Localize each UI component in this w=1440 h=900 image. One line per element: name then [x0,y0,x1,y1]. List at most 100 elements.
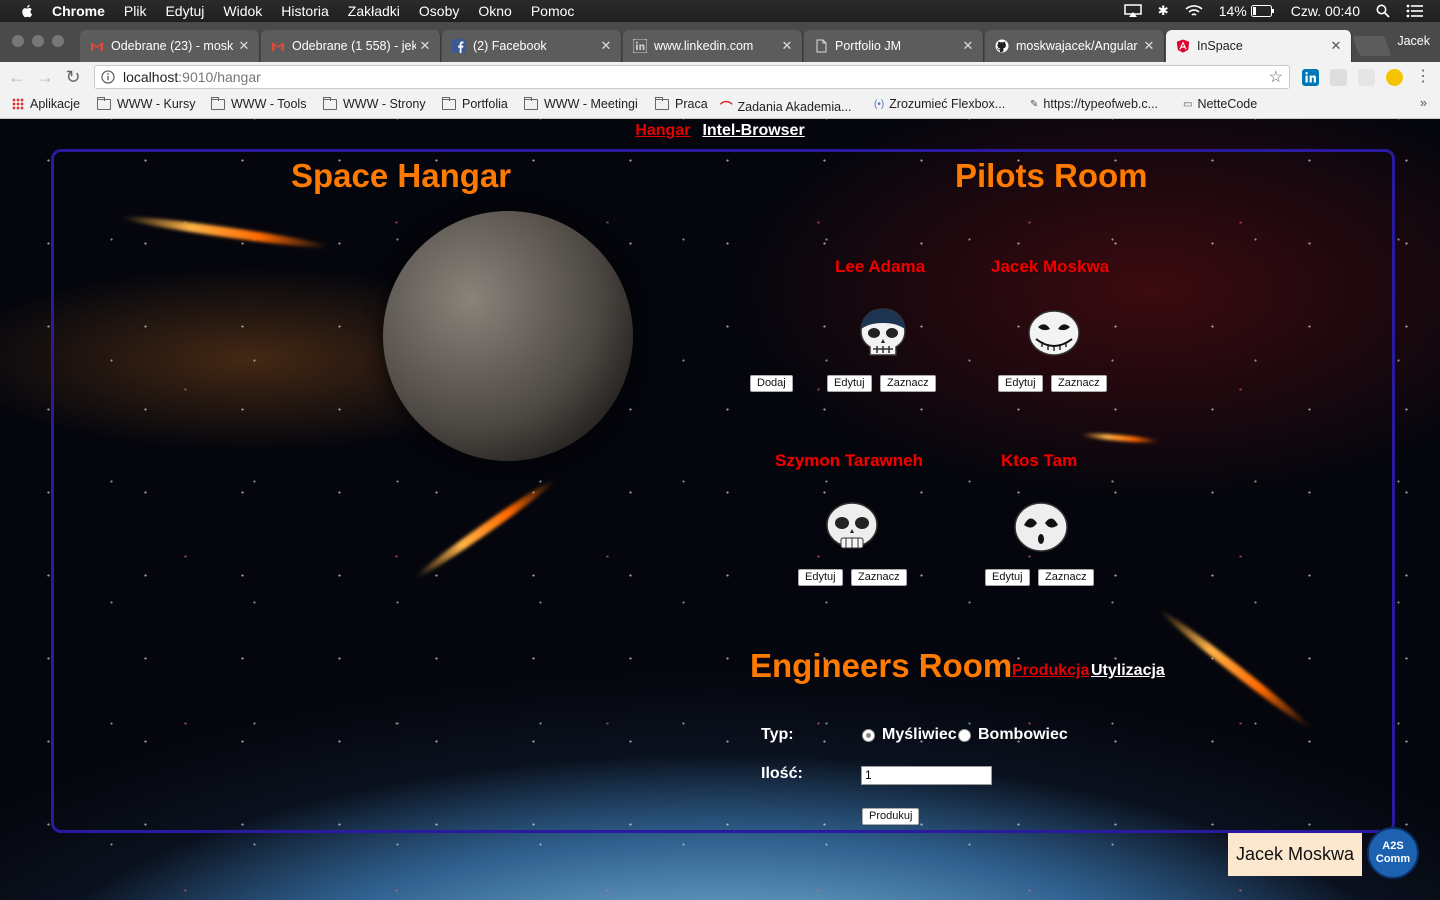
menu-chrome[interactable]: Chrome [52,3,105,19]
tab-close-icon[interactable]: ✕ [1327,38,1345,54]
wifi-icon[interactable] [1185,4,1203,18]
nav-link-hangar[interactable]: Hangar [635,122,690,139]
radio-fighter[interactable] [862,729,875,742]
folder-icon [211,96,225,110]
address-bar[interactable]: localhost:9010/hangar ☆ [94,65,1290,89]
battery-icon[interactable] [1250,5,1275,17]
edit-pilot-button[interactable]: Edytuj [985,569,1030,586]
info-icon[interactable] [101,70,115,84]
edit-pilot-button[interactable]: Edytuj [827,375,872,392]
bookmark-item[interactable]: WWW - Tools [211,96,306,111]
add-pilot-button[interactable]: Dodaj [750,375,793,392]
airplay-icon[interactable] [1124,4,1142,18]
browser-tab[interactable]: www.linkedin.com ✕ [623,30,803,62]
moon-extension-icon[interactable] [1386,69,1403,86]
nav-link-intel-browser[interactable]: Intel-Browser [702,122,804,139]
back-arrow-icon[interactable]: ← [8,68,26,86]
pilots-room-title: Pilots Room [955,157,1148,194]
bookmark-item[interactable]: WWW - Strony [323,96,426,111]
linkedin-icon [633,39,647,53]
github-icon [995,39,1009,53]
a2s-comm-badge[interactable]: A2S Comm [1367,827,1419,879]
edit-pilot-button[interactable]: Edytuj [998,375,1043,392]
reload-icon[interactable]: ↻ [64,68,82,86]
menu-pomoc[interactable]: Pomoc [531,3,575,19]
tab-production-link[interactable]: Produkcja [1012,662,1089,680]
bookmark-label: NetteCode [1197,97,1258,111]
bookmarks-overflow-icon[interactable]: » [1420,96,1427,110]
tab-close-icon[interactable]: ✕ [1140,38,1158,54]
bookmark-label: Portfolia [462,97,508,111]
bookmark-item[interactable]: WWW - Meetingi [524,96,638,111]
browser-tab-strip: Odebrane (23) - mosk ✕ Odebrane (1 558) … [0,22,1440,62]
tab-close-icon[interactable]: ✕ [416,38,434,54]
bookmark-item[interactable]: Praca [655,96,708,111]
spotlight-search-icon[interactable] [1376,4,1390,18]
apps-grid-icon [12,98,24,110]
logged-in-user[interactable]: Jacek Moskwa [1228,833,1362,876]
gmail-icon [272,42,284,51]
angular-icon [1176,39,1190,53]
browser-tab[interactable]: moskwajacek/Angular ✕ [985,30,1165,62]
menu-historia[interactable]: Historia [281,3,328,19]
url-path: :9010/hangar [178,69,261,85]
extension-icon[interactable] [1358,69,1375,86]
browser-tab[interactable]: (2) Facebook ✕ [442,30,622,62]
forward-arrow-icon[interactable]: → [36,68,54,86]
radio-fighter-label[interactable]: Myśliwiec [882,726,957,744]
browser-tab[interactable]: Odebrane (23) - mosk ✕ [80,30,260,62]
menu-plik[interactable]: Plik [124,3,147,19]
radio-bomber[interactable] [958,729,971,742]
badge-line-2: Comm [1375,853,1411,865]
menu-zakladki[interactable]: Zakładki [348,3,400,19]
bookmark-star-icon[interactable]: ☆ [1269,67,1283,87]
bookmark-item[interactable]: ✎ https://typeofweb.c... [1030,97,1158,111]
select-pilot-button[interactable]: Zaznacz [1051,375,1107,392]
tab-close-icon[interactable]: ✕ [597,38,615,54]
browser-tab-active[interactable]: InSpace ✕ [1166,30,1352,62]
tab-title: Portfolio JM [835,39,901,53]
new-tab-button[interactable] [1352,36,1392,56]
quantity-input[interactable]: 1 [861,766,992,785]
apple-icon[interactable] [18,2,36,20]
select-pilot-button[interactable]: Zaznacz [1038,569,1094,586]
notification-center-icon[interactable] [1406,4,1424,18]
menu-okno[interactable]: Okno [478,3,511,19]
bluetooth-icon[interactable]: ✱ [1158,3,1169,19]
select-pilot-button[interactable]: Zaznacz [851,569,907,586]
menubar-clock[interactable]: Czw. 00:40 [1291,3,1360,19]
browser-tab[interactable]: Portfolio JM ✕ [804,30,984,62]
produce-button[interactable]: Produkuj [862,808,920,825]
window-zoom-button[interactable] [52,35,64,47]
bookmark-label: https://typeofweb.c... [1043,97,1159,111]
profile-name[interactable]: Jacek [1397,34,1430,48]
bookmark-item[interactable]: ▭ NetteCode [1183,97,1257,111]
select-pilot-button[interactable]: Zaznacz [880,375,936,392]
menu-edytuj[interactable]: Edytuj [165,3,204,19]
tab-title: (2) Facebook [473,39,547,53]
window-minimize-button[interactable] [32,35,44,47]
bookmark-item[interactable]: (•) Zrozumieć Flexbox... [874,97,1005,111]
window-close-button[interactable] [12,35,24,47]
tab-title: InSpace [1197,39,1243,53]
chrome-menu-icon[interactable]: ⋮ [1414,68,1432,86]
radio-bomber-label[interactable]: Bombowiec [978,726,1068,744]
skull-avatar-icon [1014,502,1068,552]
tab-close-icon[interactable]: ✕ [235,38,253,54]
edit-pilot-button[interactable]: Edytuj [798,569,843,586]
pilot-name: Jacek Moskwa [991,257,1110,276]
bookmark-item[interactable]: Aplikacje [12,97,80,111]
extension-icon[interactable] [1330,69,1347,86]
tab-close-icon[interactable]: ✕ [778,38,796,54]
bookmark-item[interactable]: WWW - Kursy [97,96,195,111]
quantity-label: Ilość: [761,765,803,782]
linkedin-extension-icon[interactable] [1302,69,1319,86]
menu-widok[interactable]: Widok [223,3,262,19]
bookmark-item[interactable]: ⌒ Zadania Akademia... [720,97,851,116]
tab-close-icon[interactable]: ✕ [959,38,977,54]
tab-recycling-link[interactable]: Utylizacja [1091,662,1165,680]
browser-tab[interactable]: Odebrane (1 558) - jek ✕ [261,30,441,62]
bookmark-item[interactable]: Portfolia [442,96,508,111]
menu-osoby[interactable]: Osoby [419,3,459,19]
bookmark-label: Zadania Akademia... [737,99,852,114]
